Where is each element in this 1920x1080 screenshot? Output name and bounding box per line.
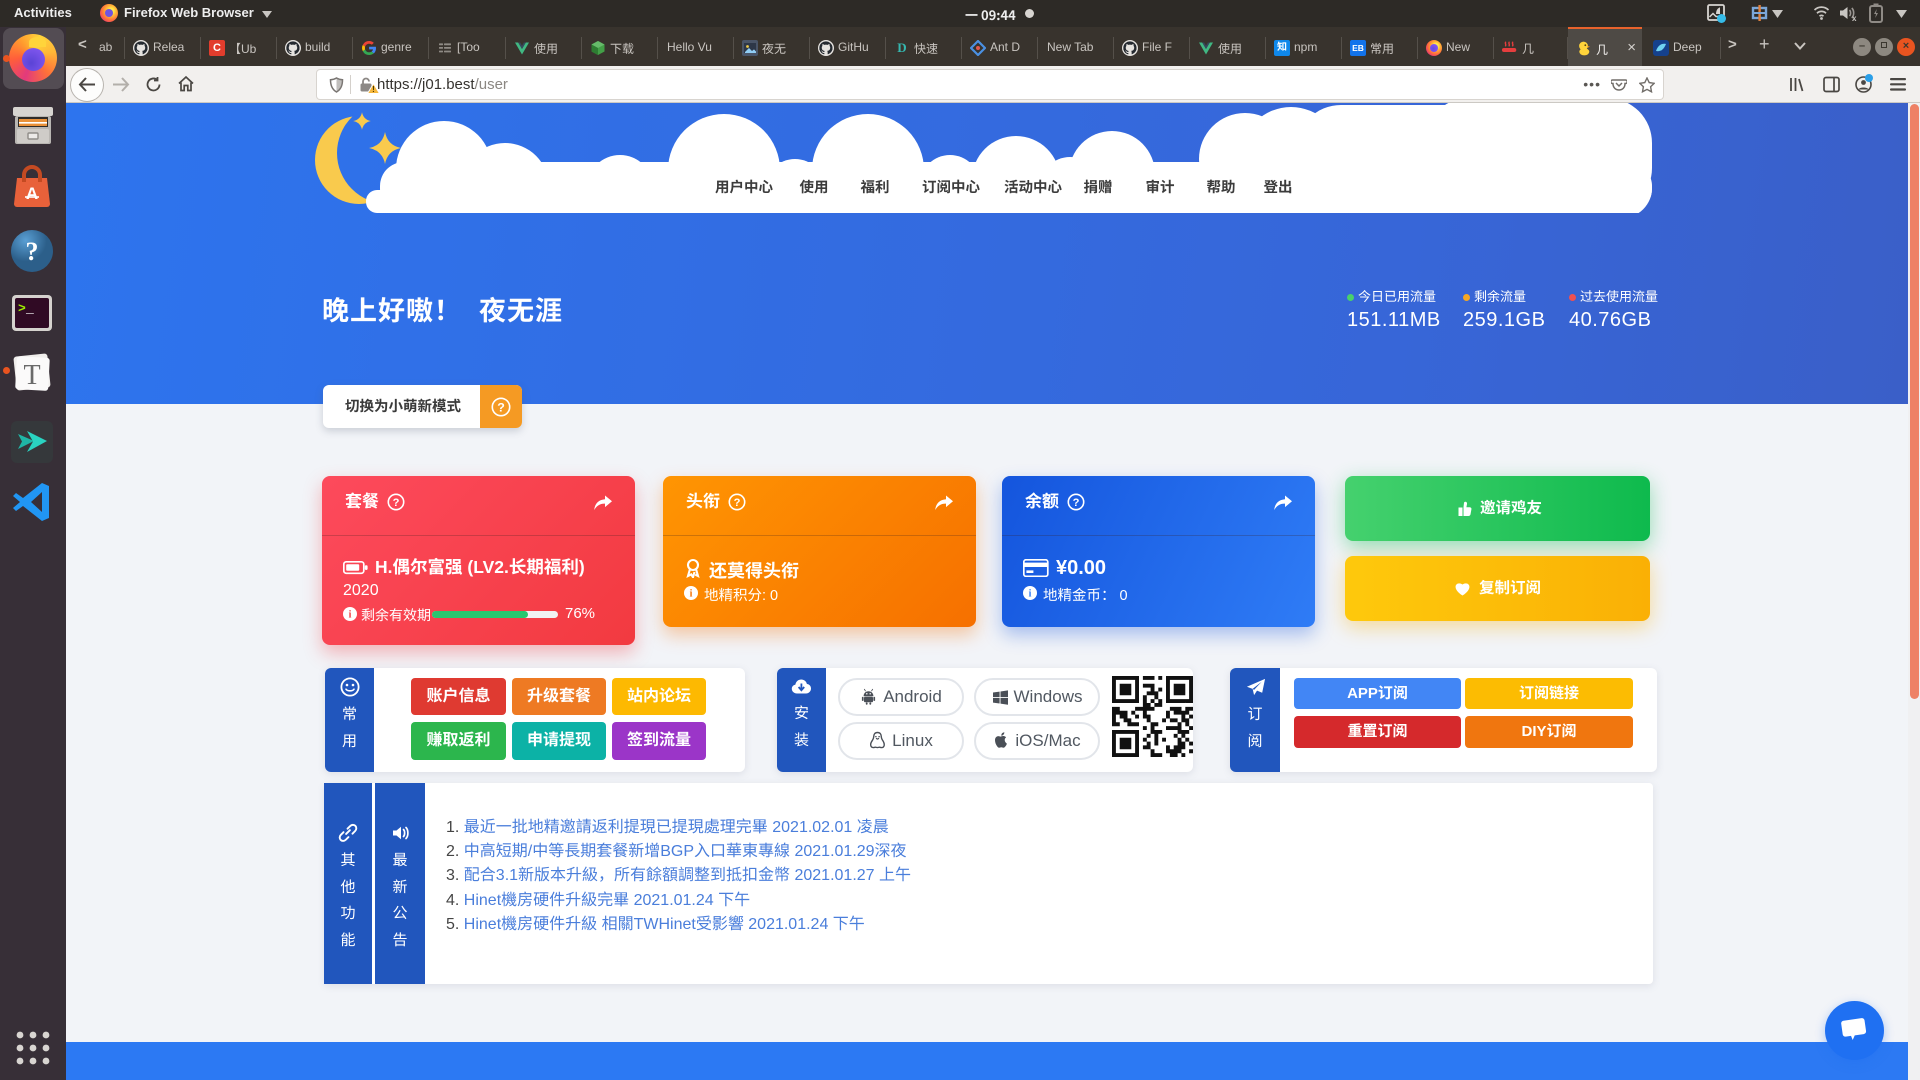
svg-text:?: ? <box>1073 497 1080 509</box>
svg-text:!: ! <box>372 85 375 94</box>
svg-text:i: i <box>349 610 352 621</box>
svg-text:>: > <box>18 301 26 316</box>
svg-text:?: ? <box>393 497 400 509</box>
svg-text:A: A <box>26 184 38 203</box>
svg-text:_: _ <box>25 301 34 316</box>
svg-text:x: x <box>1852 14 1857 22</box>
svg-text:?: ? <box>26 237 39 266</box>
svg-text:T: T <box>23 360 40 391</box>
svg-text:i: i <box>690 589 693 600</box>
svg-text:?: ? <box>497 400 505 414</box>
svg-text:i: i <box>1029 589 1032 600</box>
svg-text:?: ? <box>734 497 741 509</box>
